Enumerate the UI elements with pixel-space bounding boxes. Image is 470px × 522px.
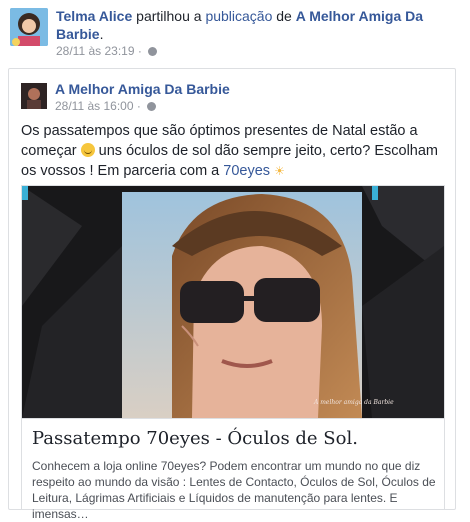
link-preview[interactable]: Passatempo 70eyes - Óculos de Sol. Conhe… <box>21 418 445 521</box>
post-page-name[interactable]: A Melhor Amiga Da Barbie <box>55 81 230 97</box>
post-image[interactable]: A melhor amiga da Barbie <box>21 185 445 419</box>
share-meta: 28/11 às 23:19 · <box>56 44 158 58</box>
share-text: Telma Alice partilhou a publicação de A … <box>56 7 456 43</box>
image-watermark: A melhor amiga da Barbie <box>313 399 394 406</box>
publication-link[interactable]: publicação <box>205 8 272 24</box>
meta-separator: · <box>136 99 141 113</box>
user-avatar[interactable] <box>10 8 48 46</box>
meta-separator: · <box>137 44 142 58</box>
link-preview-description: Conhecem a loja online 70eyes? Podem enc… <box>32 459 436 521</box>
post-meta: 28/11 às 16:00 · <box>55 99 157 113</box>
page-avatar[interactable] <box>21 83 47 109</box>
share-verb: partilhou a <box>136 8 202 24</box>
wave-emoji-icon: ☀ <box>274 164 285 178</box>
globe-icon[interactable] <box>147 102 157 111</box>
share-timestamp[interactable]: 28/11 às 23:19 <box>56 44 135 58</box>
post-text: Os passatempos que são óptimos presentes… <box>21 121 447 181</box>
globe-icon[interactable] <box>148 47 158 56</box>
post-timestamp[interactable]: 28/11 às 16:00 <box>55 99 134 113</box>
link-preview-title[interactable]: Passatempo 70eyes - Óculos de Sol. <box>32 428 358 449</box>
share-suffix: . <box>99 26 104 42</box>
share-header: Telma Alice partilhou a publicação de A … <box>8 6 462 58</box>
smile-emoji-icon <box>80 143 95 157</box>
shared-post-card: A Melhor Amiga Da Barbie 28/11 às 16:00 … <box>8 68 456 521</box>
user-name-link[interactable]: Telma Alice <box>56 8 132 24</box>
hashtag-link[interactable]: 70eyes <box>223 163 270 179</box>
share-preposition: de <box>276 8 292 24</box>
